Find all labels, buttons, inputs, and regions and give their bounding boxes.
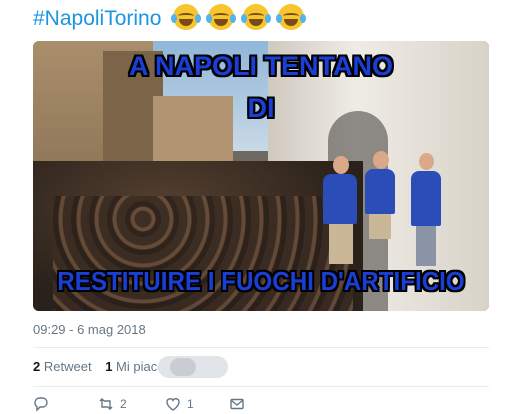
- retweet-count: 2: [120, 397, 127, 411]
- divider: [33, 386, 489, 387]
- tears-of-joy-emoji-2: [206, 4, 237, 30]
- heart-icon: [166, 398, 180, 411]
- like-count: 1: [187, 397, 194, 411]
- tweet-text: #NapoliTorino: [33, 4, 306, 34]
- retweet-stat-label: Retweet: [43, 359, 92, 374]
- retweet-button[interactable]: 2: [98, 396, 127, 412]
- reply-icon: [34, 397, 48, 412]
- image-person-blue-shirt: [411, 171, 441, 226]
- reply-button[interactable]: [33, 396, 49, 412]
- direct-message-button[interactable]: [229, 396, 245, 412]
- image-person-head: [419, 153, 434, 170]
- image-person-head: [373, 151, 389, 169]
- divider: [33, 347, 489, 348]
- image-person-head: [333, 156, 349, 174]
- tears-of-joy-emoji-1: [171, 4, 202, 30]
- image-person-pants: [416, 226, 436, 266]
- tears-of-joy-emoji-3: [240, 4, 271, 30]
- image-person-blue-shirt: [323, 174, 357, 224]
- image-person-blue-shirt: [365, 169, 395, 214]
- image-person-pants: [369, 214, 391, 239]
- tweet-timestamp[interactable]: 09:29 - 6 mag 2018: [33, 322, 146, 337]
- hashtag-link[interactable]: #NapoliTorino: [33, 7, 161, 30]
- media-caption-top: A NAPOLI TENTANO: [129, 51, 393, 81]
- image-person-pants: [329, 224, 353, 264]
- retweet-stat[interactable]: 2 Retweet: [33, 359, 92, 374]
- media-caption-middle: DI: [247, 93, 275, 123]
- likes-stat-count: 1: [105, 359, 113, 374]
- tears-of-joy-emoji-4: [275, 4, 306, 30]
- retweet-icon: [99, 398, 113, 410]
- avatar: [170, 358, 196, 376]
- envelope-icon: [230, 398, 244, 410]
- retweet-stat-count: 2: [33, 359, 41, 374]
- tweet-stats: 2 Retweet 1 Mi piace: [33, 359, 174, 374]
- media-caption-bottom: RESTITUIRE I FUOCHI D'ARTIFICIO: [57, 266, 465, 296]
- like-button[interactable]: 1: [165, 396, 194, 412]
- tweet-media-image[interactable]: A NAPOLI TENTANO DI RESTITUIRE I FUOCHI …: [33, 41, 489, 311]
- likes-stat[interactable]: 1 Mi piace: [105, 359, 164, 374]
